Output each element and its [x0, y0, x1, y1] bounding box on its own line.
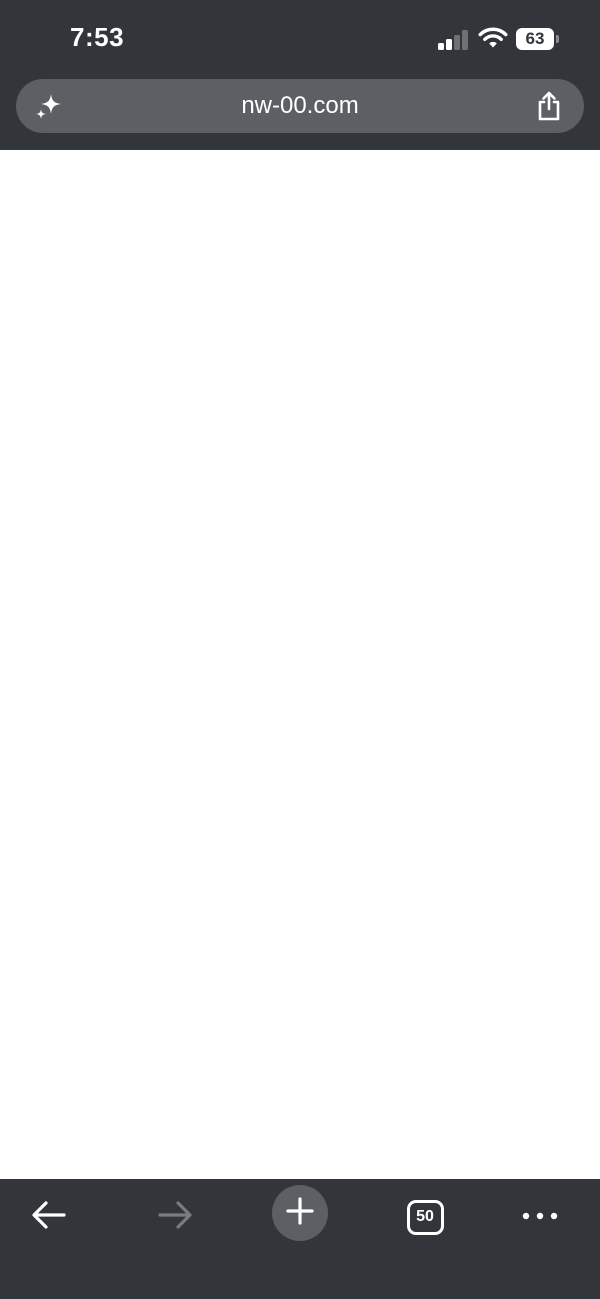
battery-icon: 63	[516, 28, 560, 50]
web-content-area[interactable]	[0, 150, 600, 1179]
wifi-icon	[478, 26, 508, 50]
more-horizontal-icon	[520, 1208, 560, 1226]
address-bar[interactable]: nw-00.com	[16, 79, 584, 133]
arrow-left-icon	[29, 1198, 69, 1237]
top-browser-chrome: 7:53 63 nw-00.com	[0, 0, 600, 150]
battery-body: 63	[516, 28, 554, 50]
url-text[interactable]: nw-00.com	[96, 79, 504, 133]
more-button[interactable]	[512, 1189, 568, 1245]
forward-button[interactable]	[147, 1189, 203, 1245]
arrow-right-icon	[155, 1198, 195, 1237]
battery-tip	[556, 35, 559, 43]
tab-count-box: 50	[406, 1199, 444, 1235]
bottom-toolbar: 50	[0, 1179, 600, 1299]
share-icon[interactable]	[534, 90, 564, 122]
tab-count: 50	[416, 1208, 434, 1225]
cellular-signal-icon	[438, 30, 470, 50]
sparkle-ai-icon[interactable]	[34, 91, 64, 121]
status-bar: 7:53 63	[0, 0, 600, 76]
battery-level: 63	[525, 29, 545, 48]
tab-switcher-button[interactable]: 50	[397, 1189, 453, 1245]
status-time: 7:53	[70, 22, 125, 52]
new-tab-button[interactable]	[272, 1185, 328, 1241]
plus-icon	[285, 1196, 315, 1231]
back-button[interactable]	[21, 1189, 77, 1245]
